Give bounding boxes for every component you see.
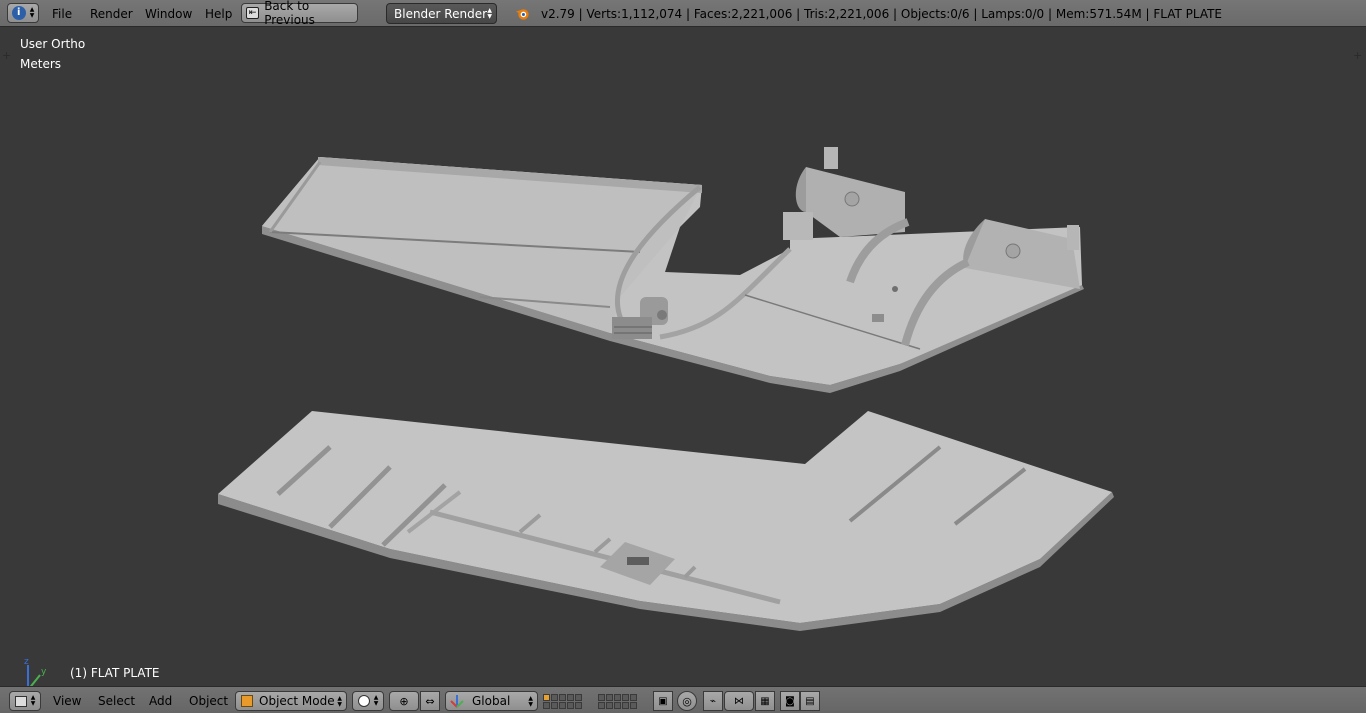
opengl-render-icon: ▦ bbox=[760, 695, 770, 707]
render-animation-button[interactable]: ▤ bbox=[800, 691, 820, 711]
proportional-edit-button[interactable]: ◎ bbox=[677, 691, 697, 711]
active-object-label: (1) FLAT PLATE bbox=[70, 666, 160, 680]
menu-add[interactable]: Add bbox=[149, 691, 172, 711]
menu-object[interactable]: Object bbox=[189, 691, 228, 711]
snap-toggle[interactable]: ⌁ bbox=[703, 691, 723, 711]
upper-plate-model bbox=[262, 147, 1084, 393]
viewport-shading-select[interactable]: ▲ ▼ bbox=[352, 691, 384, 711]
select-arrows-icon: ▲ ▼ bbox=[528, 695, 533, 708]
lock-layers-button[interactable]: ▣ bbox=[653, 691, 673, 711]
blender-logo-icon bbox=[515, 6, 530, 21]
editor-type-button[interactable]: i ▲ ▼ bbox=[7, 3, 39, 23]
menu-help[interactable]: Help bbox=[205, 4, 232, 24]
clapperboard-icon: ▤ bbox=[805, 695, 815, 707]
orientation-icon bbox=[450, 694, 464, 708]
editor-type-3d-button[interactable]: ▲ ▼ bbox=[9, 691, 41, 711]
render-engine-select[interactable]: Blender Render ▲ ▼ bbox=[386, 3, 497, 24]
updown-arrows-icon: ▲ ▼ bbox=[373, 694, 379, 707]
info-icon: i bbox=[11, 6, 26, 20]
scene-stats: v2.79 | Verts:1,112,074 | Faces:2,221,00… bbox=[541, 7, 1223, 21]
solid-shading-icon bbox=[357, 695, 370, 707]
snap-element-select[interactable]: ⋈ bbox=[724, 691, 754, 711]
lower-plate-model bbox=[218, 411, 1114, 631]
cube-view-icon bbox=[14, 695, 27, 707]
layers-grid-icon-2 bbox=[598, 693, 637, 709]
menu-view[interactable]: View bbox=[53, 691, 81, 711]
menu-window[interactable]: Window bbox=[145, 4, 192, 24]
back-to-previous-label: Back to Previous bbox=[264, 0, 315, 27]
pivot-point-select[interactable]: ⊕ bbox=[389, 691, 419, 711]
opengl-render-button[interactable]: ▦ bbox=[755, 691, 775, 711]
updown-arrows-icon: ▲ ▼ bbox=[30, 694, 36, 707]
layer-buttons-group-1[interactable] bbox=[543, 691, 582, 711]
manipulator-icon: ⇔ bbox=[425, 694, 435, 708]
axis-y-label: y bbox=[41, 667, 47, 677]
select-arrows-icon: ▲ ▼ bbox=[337, 695, 342, 708]
back-to-previous-button[interactable]: ⇤ Back to Previous bbox=[241, 0, 358, 27]
axis-z-label: z bbox=[24, 657, 29, 667]
render-image-button[interactable]: ◙ bbox=[780, 691, 800, 711]
render-engine-label: Blender Render bbox=[394, 6, 488, 21]
transform-orientation-select[interactable]: Global ▲ ▼ bbox=[445, 691, 538, 711]
back-arrow-icon: ⇤ bbox=[246, 7, 260, 19]
model-render: z y x bbox=[24, 147, 1114, 686]
object-mode-icon bbox=[241, 695, 253, 707]
updown-arrows-icon: ▲ ▼ bbox=[29, 6, 35, 19]
layer-buttons-group-2[interactable] bbox=[598, 691, 637, 711]
select-arrows-icon: ▲ ▼ bbox=[487, 7, 492, 20]
lock-icon: ▣ bbox=[658, 695, 668, 707]
menu-select[interactable]: Select bbox=[98, 691, 135, 711]
info-header: i ▲ ▼ File Render Window Help ⇤ Back to P… bbox=[0, 0, 1366, 27]
axis-gizmo bbox=[27, 665, 41, 686]
menu-render[interactable]: Render bbox=[90, 4, 133, 24]
magnet-icon: ⌁ bbox=[709, 695, 717, 707]
pivot-icon: ⊕ bbox=[399, 694, 409, 708]
proportional-edit-icon: ◎ bbox=[682, 694, 692, 708]
3d-viewport[interactable]: User Ortho Meters + + z y (1) FLAT PLATE bbox=[0, 27, 1366, 686]
3d-view-header: ▲ ▼ View Select Add Object Object Mode ▲ ▼… bbox=[0, 686, 1366, 713]
snap-increment-icon: ⋈ bbox=[734, 695, 744, 707]
mode-select[interactable]: Object Mode ▲ ▼ bbox=[235, 691, 347, 711]
camera-icon: ◙ bbox=[785, 695, 795, 707]
orientation-label: Global bbox=[472, 694, 511, 708]
menu-file[interactable]: File bbox=[52, 4, 72, 24]
layers-grid-icon bbox=[543, 693, 582, 709]
manipulator-toggle[interactable]: ⇔ bbox=[420, 691, 440, 711]
mode-label: Object Mode bbox=[259, 694, 335, 708]
